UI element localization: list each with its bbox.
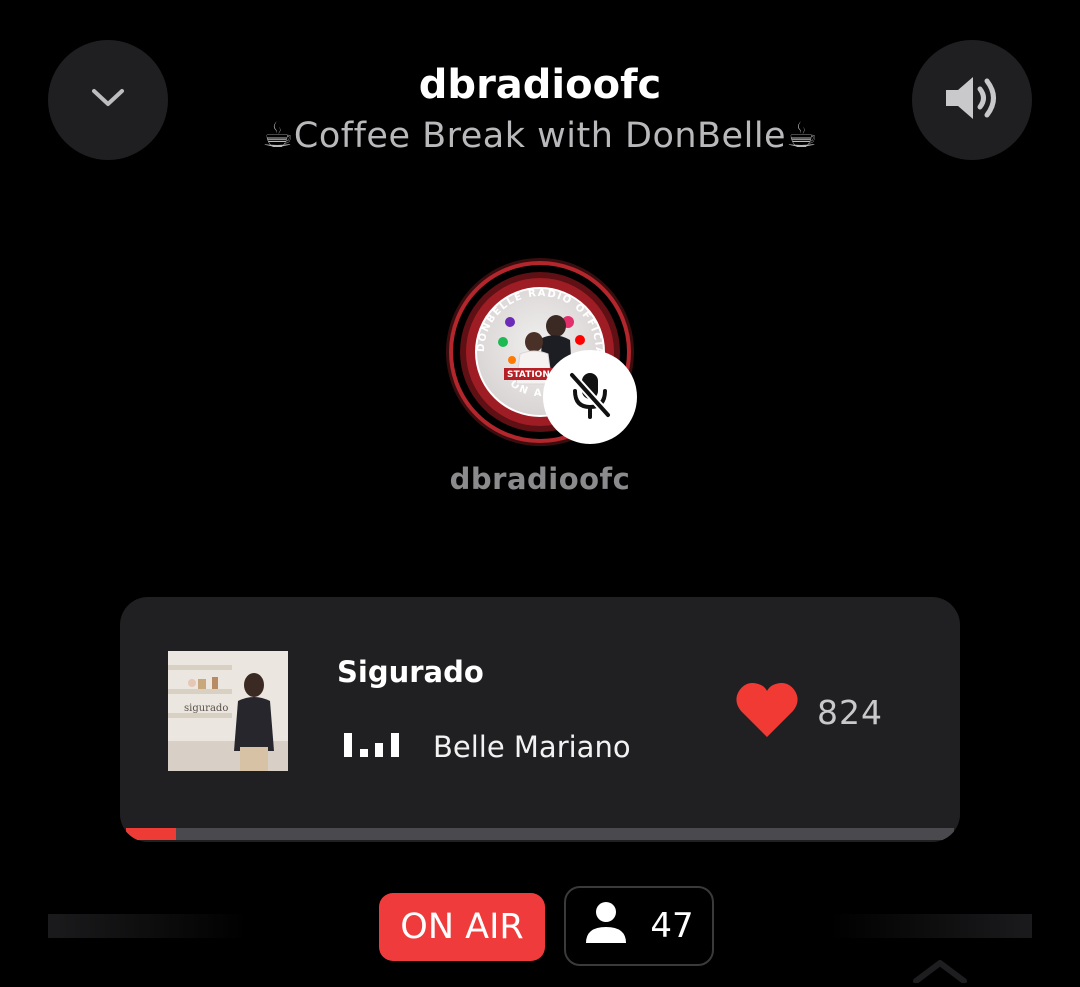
chevron-up-icon[interactable] xyxy=(910,955,970,987)
mic-muted-icon xyxy=(568,369,612,425)
now-playing-card[interactable]: sigurado Sigurado Belle Mariano 824 xyxy=(120,597,960,842)
mic-status-badge xyxy=(543,350,637,444)
artist-name: Belle Mariano xyxy=(433,730,631,764)
song-title: Sigurado xyxy=(337,655,484,689)
album-art-text: sigurado xyxy=(184,703,228,714)
listener-count: 47 xyxy=(650,906,694,946)
heart-icon[interactable] xyxy=(735,681,799,743)
left-fade-divider xyxy=(48,914,248,938)
equalizer-icon xyxy=(344,731,400,763)
playback-progress-bar[interactable] xyxy=(126,828,954,840)
album-art: sigurado xyxy=(168,651,288,771)
volume-button[interactable] xyxy=(912,40,1032,160)
person-icon xyxy=(584,901,628,952)
playback-progress-fill xyxy=(126,828,176,840)
on-air-badge: ON AIR xyxy=(379,893,545,961)
like-count: 824 xyxy=(817,693,883,732)
listeners-button[interactable]: 47 xyxy=(564,886,714,966)
speaker-volume-icon xyxy=(942,73,1002,127)
host-name[interactable]: dbradioofc xyxy=(0,462,1080,496)
right-fade-divider xyxy=(830,914,1032,938)
avatar-banner-text: STATION xyxy=(507,370,550,380)
